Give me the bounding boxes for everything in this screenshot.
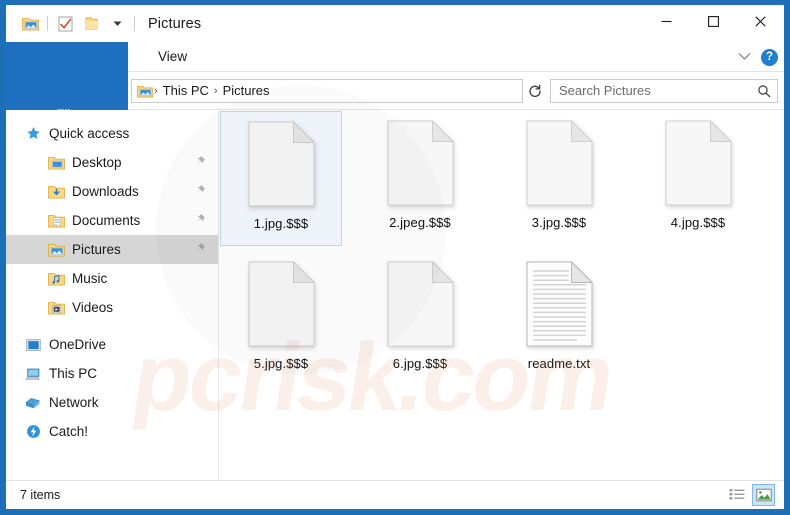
sidebar-item-catch[interactable]: Catch! bbox=[6, 417, 218, 446]
file-name: 5.jpg.$$$ bbox=[253, 356, 309, 371]
pin-icon[interactable] bbox=[194, 242, 206, 257]
item-count: 7 items bbox=[20, 488, 61, 502]
window-controls bbox=[643, 5, 784, 37]
navigation-pane: Quick access Desktop Downloads Documents… bbox=[6, 110, 219, 480]
close-button[interactable] bbox=[737, 5, 784, 37]
file-item[interactable]: 4.jpg.$$$ bbox=[637, 111, 759, 246]
qat-divider bbox=[47, 16, 48, 31]
explorer-body: Quick access Desktop Downloads Documents… bbox=[6, 109, 784, 480]
breadcrumb[interactable]: › This PC › Pictures bbox=[131, 78, 523, 103]
view-mode-buttons bbox=[725, 484, 775, 506]
file-name: readme.txt bbox=[527, 356, 591, 371]
desktop-folder-icon bbox=[46, 154, 66, 172]
breadcrumb-root-icon[interactable] bbox=[137, 84, 153, 98]
network-icon bbox=[23, 394, 43, 412]
music-folder-icon bbox=[46, 270, 66, 288]
file-item[interactable]: 2.jpeg.$$$ bbox=[359, 111, 481, 246]
pictures-folder-icon bbox=[46, 241, 66, 259]
sidebar-label-catch: Catch! bbox=[49, 424, 89, 439]
window-title: Pictures bbox=[148, 15, 202, 32]
file-name: 4.jpg.$$$ bbox=[670, 215, 726, 230]
minimize-button[interactable] bbox=[643, 5, 690, 37]
file-item[interactable]: readme.txt bbox=[498, 252, 620, 387]
file-item[interactable]: 6.jpg.$$$ bbox=[359, 252, 481, 387]
refresh-button[interactable] bbox=[523, 79, 547, 103]
quick-access-toolbar bbox=[6, 12, 139, 36]
pin-icon[interactable] bbox=[194, 184, 206, 199]
file-name: 3.jpg.$$$ bbox=[531, 215, 587, 230]
this-pc-icon bbox=[23, 365, 43, 383]
sidebar-label-downloads: Downloads bbox=[72, 184, 139, 199]
pictures-folder-icon[interactable] bbox=[17, 12, 43, 36]
file-item[interactable]: 1.jpg.$$$ bbox=[220, 111, 342, 246]
sidebar-label-quick-access: Quick access bbox=[49, 126, 130, 141]
sidebar-item-quick-access[interactable]: Quick access bbox=[6, 119, 218, 148]
new-folder-icon[interactable] bbox=[78, 12, 104, 36]
customize-dropdown-icon[interactable] bbox=[104, 12, 130, 36]
sidebar-item-pictures[interactable]: Pictures bbox=[6, 235, 218, 264]
ribbon-actions: ? bbox=[737, 42, 778, 72]
sidebar-item-desktop[interactable]: Desktop bbox=[6, 148, 218, 177]
documents-folder-icon bbox=[46, 212, 66, 230]
sidebar-item-network[interactable]: Network bbox=[6, 388, 218, 417]
file-name: 6.jpg.$$$ bbox=[392, 356, 448, 371]
sidebar-label-music: Music bbox=[72, 271, 108, 286]
downloads-folder-icon bbox=[46, 183, 66, 201]
blank-document-icon bbox=[248, 260, 315, 347]
file-grid: 1.jpg.$$$ 2.jpeg.$$$ 3.jpg.$$$ 4.jpg.$$$… bbox=[219, 110, 784, 480]
search-input[interactable] bbox=[559, 83, 757, 98]
sidebar-item-this-pc[interactable]: This PC bbox=[6, 359, 218, 388]
pin-icon[interactable] bbox=[194, 213, 206, 228]
details-view-button[interactable] bbox=[725, 484, 748, 506]
sidebar-item-downloads[interactable]: Downloads bbox=[6, 177, 218, 206]
help-icon[interactable]: ? bbox=[761, 48, 778, 66]
status-bar: 7 items bbox=[6, 480, 784, 509]
tab-view[interactable]: View bbox=[142, 42, 203, 71]
title-bar: Pictures bbox=[6, 5, 784, 42]
blank-document-icon bbox=[387, 260, 454, 347]
large-icons-view-button[interactable] bbox=[752, 484, 775, 506]
sidebar-label-desktop: Desktop bbox=[72, 155, 122, 170]
maximize-button[interactable] bbox=[690, 5, 737, 37]
search-icon[interactable] bbox=[757, 84, 771, 98]
file-name: 1.jpg.$$$ bbox=[253, 216, 309, 231]
file-list-pane[interactable]: 1.jpg.$$$ 2.jpeg.$$$ 3.jpg.$$$ 4.jpg.$$$… bbox=[219, 110, 784, 480]
sidebar-item-documents[interactable]: Documents bbox=[6, 206, 218, 235]
blank-document-icon bbox=[248, 120, 315, 207]
title-divider bbox=[134, 16, 135, 31]
sidebar-label-network: Network bbox=[49, 395, 99, 410]
properties-icon[interactable] bbox=[52, 12, 78, 36]
chevron-down-icon[interactable] bbox=[737, 48, 752, 66]
blank-document-icon bbox=[526, 119, 593, 206]
sidebar-label-onedrive: OneDrive bbox=[49, 337, 107, 352]
ribbon-tab-bar: File Home Share View ? bbox=[6, 42, 784, 177]
pin-icon[interactable] bbox=[194, 155, 206, 170]
sidebar-label-documents: Documents bbox=[72, 213, 141, 228]
text-document-icon bbox=[526, 260, 593, 347]
file-item[interactable]: 3.jpg.$$$ bbox=[498, 111, 620, 246]
sidebar-label-this-pc: This PC bbox=[49, 366, 98, 381]
file-name: 2.jpeg.$$$ bbox=[389, 215, 451, 230]
blank-document-icon bbox=[387, 119, 454, 206]
sidebar-item-onedrive[interactable]: OneDrive bbox=[6, 330, 218, 359]
onedrive-icon bbox=[23, 336, 43, 354]
breadcrumb-item-pictures[interactable]: Pictures bbox=[219, 83, 274, 98]
sidebar-item-music[interactable]: Music bbox=[6, 264, 218, 293]
catch-icon bbox=[23, 423, 43, 441]
sidebar-item-videos[interactable]: Videos bbox=[6, 293, 218, 322]
sidebar-label-pictures: Pictures bbox=[72, 242, 121, 257]
breadcrumb-item-this-pc[interactable]: This PC bbox=[159, 83, 213, 98]
file-explorer-window: Pictures File Home Share View ? bbox=[0, 0, 790, 515]
file-item[interactable]: 5.jpg.$$$ bbox=[220, 252, 342, 387]
search-box[interactable] bbox=[550, 78, 778, 103]
videos-folder-icon bbox=[46, 299, 66, 317]
blank-document-icon bbox=[665, 119, 732, 206]
star-icon bbox=[23, 125, 43, 143]
sidebar-label-videos: Videos bbox=[72, 300, 114, 315]
